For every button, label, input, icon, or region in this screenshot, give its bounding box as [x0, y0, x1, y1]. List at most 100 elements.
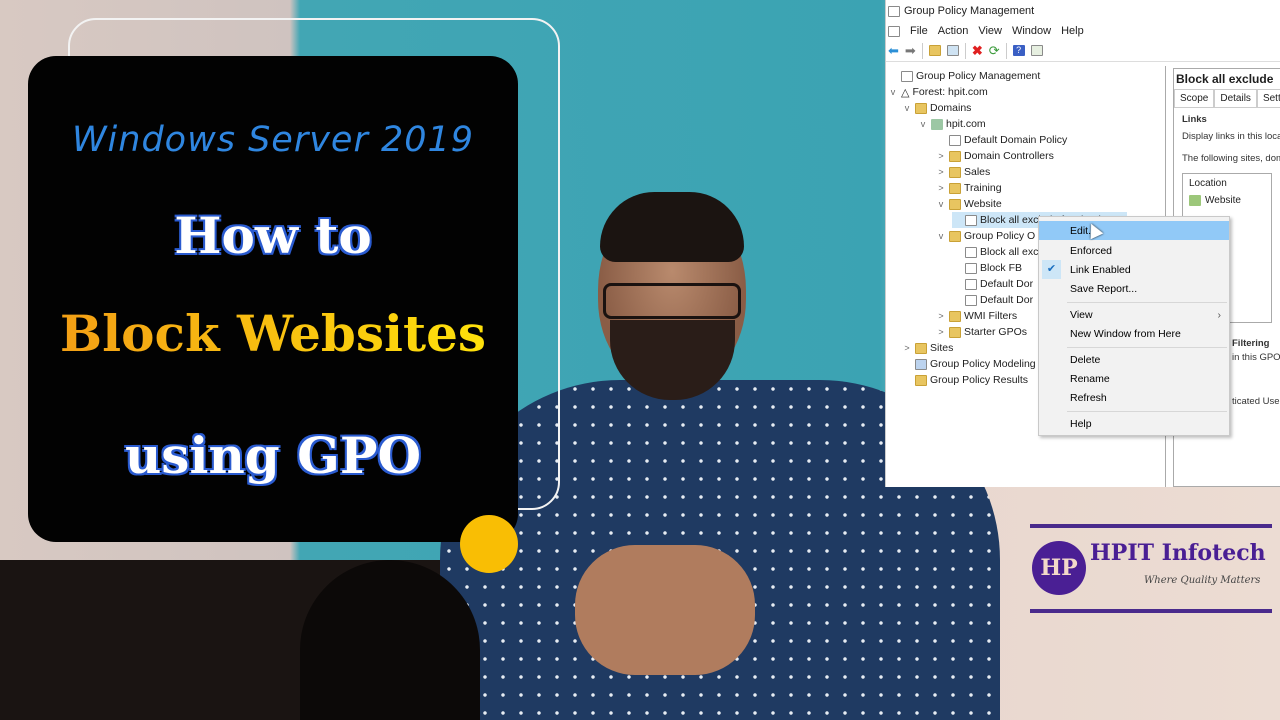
logo-monogram: HP — [1032, 541, 1086, 595]
up-folder-icon[interactable] — [928, 45, 941, 56]
title-card: Windows Server 2019 How to Block Website… — [28, 56, 518, 542]
expand-toggle[interactable]: > — [936, 311, 946, 321]
tree-node[interactable]: Group Policy Management — [888, 68, 1040, 84]
wmi-icon — [949, 310, 961, 322]
location-header[interactable]: Location — [1189, 178, 1265, 189]
expand-toggle[interactable]: v — [936, 199, 946, 209]
toolbar: ⬅ ➡ ✖ ⟳ ? — [886, 40, 1280, 62]
location-row[interactable]: Website — [1189, 195, 1265, 206]
tree-node[interactable]: > Domain Controllers — [936, 148, 1054, 164]
menu-separator — [1067, 411, 1227, 412]
expand-toggle[interactable]: > — [902, 343, 912, 353]
menu-item-edit[interactable]: Edit... — [1039, 221, 1229, 240]
gpo-icon — [965, 294, 977, 306]
ou-icon — [949, 198, 961, 210]
presenter-glasses — [603, 283, 741, 319]
help-icon[interactable]: ? — [1012, 45, 1025, 56]
tree-node[interactable]: > Starter GPOs — [936, 324, 1027, 340]
tab-settings[interactable]: Settin — [1256, 89, 1280, 107]
toolbar-separator — [964, 42, 966, 59]
details-tabs: Scope Details Settin — [1174, 89, 1280, 108]
menu-item-new-window[interactable]: New Window from Here — [1039, 324, 1229, 343]
refresh-icon[interactable]: ⟳ — [989, 43, 1000, 58]
menu-item-delete[interactable]: Delete — [1039, 350, 1229, 369]
expand-toggle[interactable]: > — [936, 167, 946, 177]
tree-node[interactable]: > Sites — [902, 340, 953, 356]
tree-node[interactable]: v Website — [936, 196, 1002, 212]
gpo-icon — [965, 278, 977, 290]
ou-icon — [949, 150, 961, 162]
menu-window[interactable]: Window — [1012, 25, 1051, 37]
title-line-3: using GPO — [124, 426, 422, 485]
tree-node[interactable]: v Domains — [902, 100, 972, 116]
tree-node[interactable]: > Training — [936, 180, 1001, 196]
menu-item-view[interactable]: View › — [1039, 305, 1229, 324]
delete-icon[interactable]: ✖ — [972, 43, 983, 58]
tab-details[interactable]: Details — [1214, 89, 1257, 107]
domain-icon — [931, 118, 943, 130]
menu-help[interactable]: Help — [1061, 25, 1084, 37]
results-icon — [915, 374, 927, 386]
back-icon[interactable]: ⬅ — [888, 43, 899, 58]
menu-file[interactable]: File — [910, 25, 928, 37]
starter-icon — [949, 326, 961, 338]
authenticated-users[interactable]: ticated Use — [1224, 393, 1280, 410]
links-following: The following sites, dom — [1182, 153, 1280, 164]
menu-item-rename[interactable]: Rename — [1039, 369, 1229, 388]
expand-toggle[interactable]: v — [902, 103, 912, 113]
expand-toggle[interactable]: v — [918, 119, 928, 129]
presenter-hands — [575, 545, 755, 675]
tab-scope[interactable]: Scope — [1174, 89, 1215, 107]
ou-icon — [949, 182, 961, 194]
gpo-link-icon — [949, 134, 961, 146]
menu-action[interactable]: Action — [938, 25, 969, 37]
menu-separator — [1067, 302, 1227, 303]
toolbar-separator — [1005, 42, 1007, 59]
subtitle: Windows Server 2019 — [71, 120, 475, 160]
gpo-container-icon — [949, 230, 961, 242]
tree-node[interactable]: > Sales — [936, 164, 990, 180]
tree-node[interactable]: v hpit.com — [918, 116, 986, 132]
menu-item-save-report[interactable]: Save Report... — [1039, 279, 1229, 298]
menu-item-link-enabled[interactable]: ✔ Link Enabled — [1039, 260, 1229, 279]
chevron-right-icon: › — [1217, 308, 1222, 321]
domains-icon — [915, 102, 927, 114]
links-description: Display links in this locat — [1182, 131, 1280, 142]
expand-toggle[interactable]: > — [936, 327, 946, 337]
menu-item-enforced[interactable]: Enforced — [1039, 241, 1229, 260]
tree-node[interactable]: Default Domain Policy — [936, 132, 1067, 148]
menu-item-help[interactable]: Help — [1039, 414, 1229, 433]
show-hide-tree-icon[interactable] — [946, 45, 959, 56]
logo-tagline: Where Quality Matters — [1144, 575, 1261, 586]
expand-toggle[interactable]: > — [936, 151, 946, 161]
tree-node[interactable]: Group Policy Modeling — [902, 356, 1036, 372]
properties-icon[interactable] — [1030, 45, 1043, 56]
toolbar-separator — [921, 42, 923, 59]
menu-bar: File Action View Window Help — [886, 22, 1280, 40]
tree-node[interactable]: Default Dor — [952, 292, 1033, 308]
app-icon — [888, 5, 900, 17]
sites-icon — [915, 342, 927, 354]
gpo-icon — [965, 246, 977, 258]
tree-node[interactable]: Group Policy Results — [902, 372, 1028, 388]
title-line-2: Block Websites — [28, 304, 518, 363]
context-menu: Edit... Enforced ✔ Link Enabled Save Repo… — [1038, 216, 1230, 436]
tree-node[interactable]: Block FB — [952, 260, 1022, 276]
forward-icon[interactable]: ➡ — [905, 43, 916, 58]
expand-toggle[interactable]: v — [888, 87, 898, 97]
gpm-icon — [901, 70, 913, 82]
system-menu-icon[interactable] — [888, 25, 900, 37]
menu-view[interactable]: View — [978, 25, 1002, 37]
check-icon: ✔ — [1042, 260, 1061, 279]
tree-node[interactable]: v Group Policy O — [936, 228, 1035, 244]
tree-node[interactable]: > WMI Filters — [936, 308, 1017, 324]
expand-toggle[interactable]: > — [936, 183, 946, 193]
brand-logo: HP HPIT Infotech Where Quality Matters — [1020, 520, 1280, 620]
tree-node[interactable]: Default Dor — [952, 276, 1033, 292]
gpo-title: Block all exclude — [1176, 72, 1274, 86]
expand-toggle[interactable]: v — [936, 231, 946, 241]
menu-item-refresh[interactable]: Refresh — [1039, 388, 1229, 407]
tree-node[interactable]: Block all exc — [952, 244, 1038, 260]
menu-separator — [1067, 347, 1227, 348]
tree-node[interactable]: v △ Forest: hpit.com — [888, 84, 988, 100]
